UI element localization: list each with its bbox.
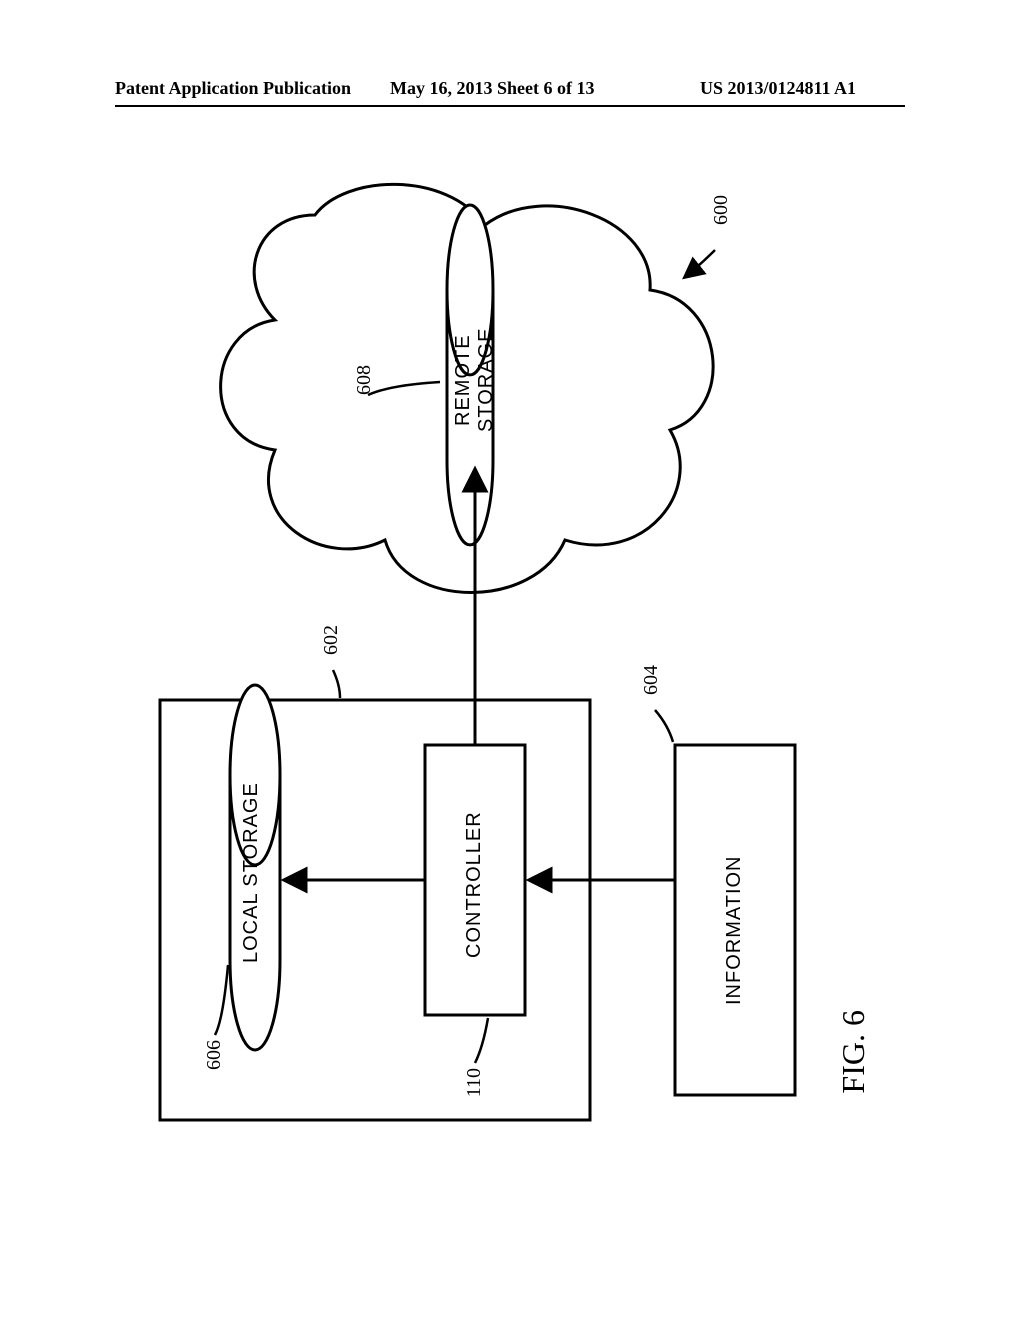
remote-storage-label-l2: STORAGE bbox=[475, 328, 497, 432]
header-right: US 2013/0124811 A1 bbox=[700, 78, 856, 99]
leader-606 bbox=[215, 965, 228, 1035]
ref-606: 606 bbox=[203, 1040, 226, 1070]
leader-110 bbox=[475, 1018, 488, 1063]
leader-608 bbox=[368, 382, 440, 395]
remote-storage-label: REMOTE STORAGE bbox=[452, 300, 498, 460]
ref-602: 602 bbox=[320, 625, 343, 655]
leader-602 bbox=[333, 670, 340, 698]
header-rule bbox=[115, 105, 905, 107]
diagram-svg bbox=[115, 170, 905, 1170]
leader-604 bbox=[655, 710, 673, 742]
remote-storage-label-l1: REMOTE bbox=[452, 334, 474, 426]
leader-600 bbox=[685, 250, 715, 277]
ref-600: 600 bbox=[710, 195, 733, 225]
information-label: INFORMATION bbox=[723, 835, 746, 1025]
ref-110: 110 bbox=[463, 1068, 486, 1097]
page-header: Patent Application Publication May 16, 2… bbox=[0, 78, 1024, 108]
header-mid: May 16, 2013 Sheet 6 of 13 bbox=[390, 78, 594, 99]
page: Patent Application Publication May 16, 2… bbox=[0, 0, 1024, 1320]
local-storage-label: LOCAL STORAGE bbox=[240, 778, 263, 968]
figure-caption: FIG. 6 bbox=[835, 1010, 872, 1094]
controller-label: CONTROLLER bbox=[463, 795, 486, 975]
header-left: Patent Application Publication bbox=[115, 78, 351, 99]
ref-604: 604 bbox=[640, 665, 663, 695]
figure: REMOTE STORAGE LOCAL STORAGE CONTROLLER … bbox=[115, 170, 905, 1170]
ref-608: 608 bbox=[353, 365, 376, 395]
